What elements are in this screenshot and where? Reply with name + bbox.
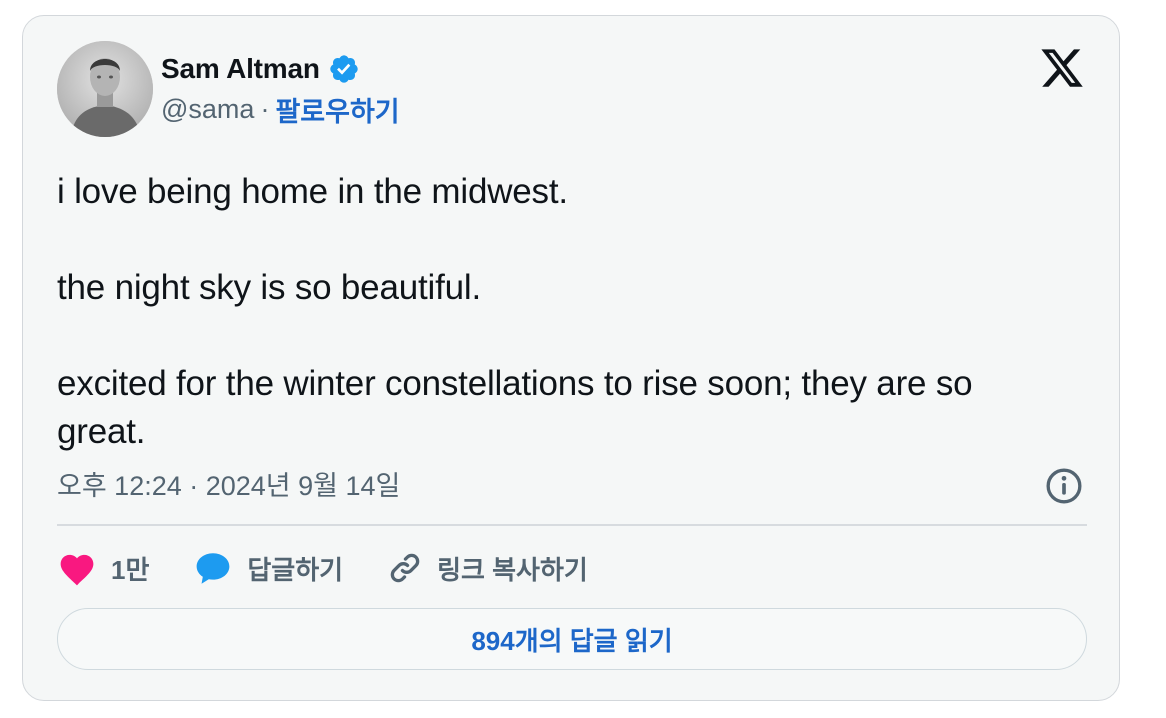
author-name[interactable]: Sam Altman: [161, 53, 320, 85]
link-icon: [390, 553, 420, 583]
like-count: 1만: [111, 554, 150, 585]
like-button[interactable]: 1만: [57, 550, 149, 587]
heart-icon: [60, 554, 94, 586]
author-name-row: Sam Altman: [161, 52, 360, 86]
reply-button[interactable]: 답글하기: [193, 550, 343, 587]
verified-badge-icon: [330, 55, 358, 83]
follow-link[interactable]: 팔로우하기: [275, 90, 399, 129]
tweet-line: the night sky is so beautiful.: [57, 268, 481, 307]
read-replies-button[interactable]: 894개의 답글 읽기: [57, 608, 1087, 670]
copy-link-label: 링크 복사하기: [437, 554, 588, 585]
separator-dot: ·: [260, 93, 270, 124]
author-handle[interactable]: @sama: [161, 94, 254, 125]
tweet-text: i love being home in the midwest. the ni…: [57, 168, 1067, 456]
avatar[interactable]: [57, 41, 153, 137]
x-logo-icon[interactable]: [1036, 45, 1088, 91]
copy-link-button[interactable]: 링크 복사하기: [387, 550, 588, 587]
speech-bubble-icon: [197, 553, 230, 584]
divider: [57, 524, 1087, 526]
action-bar: 1만 답글하기 링크 복사하기: [57, 546, 632, 590]
info-icon[interactable]: [1044, 466, 1084, 506]
tweet-line: excited for the winter constellations to…: [57, 364, 973, 451]
handle-row: @sama · 팔로우하기: [161, 90, 400, 129]
tweet-line: i love being home in the midwest.: [57, 172, 568, 211]
tweet-card: Sam Altman @sama · 팔로우하기 i love being ho…: [22, 15, 1120, 701]
reply-label: 답글하기: [247, 554, 344, 585]
avatar-photo: [57, 41, 153, 137]
tweet-timestamp[interactable]: 오후 12:24 · 2024년 9월 14일: [57, 468, 400, 504]
